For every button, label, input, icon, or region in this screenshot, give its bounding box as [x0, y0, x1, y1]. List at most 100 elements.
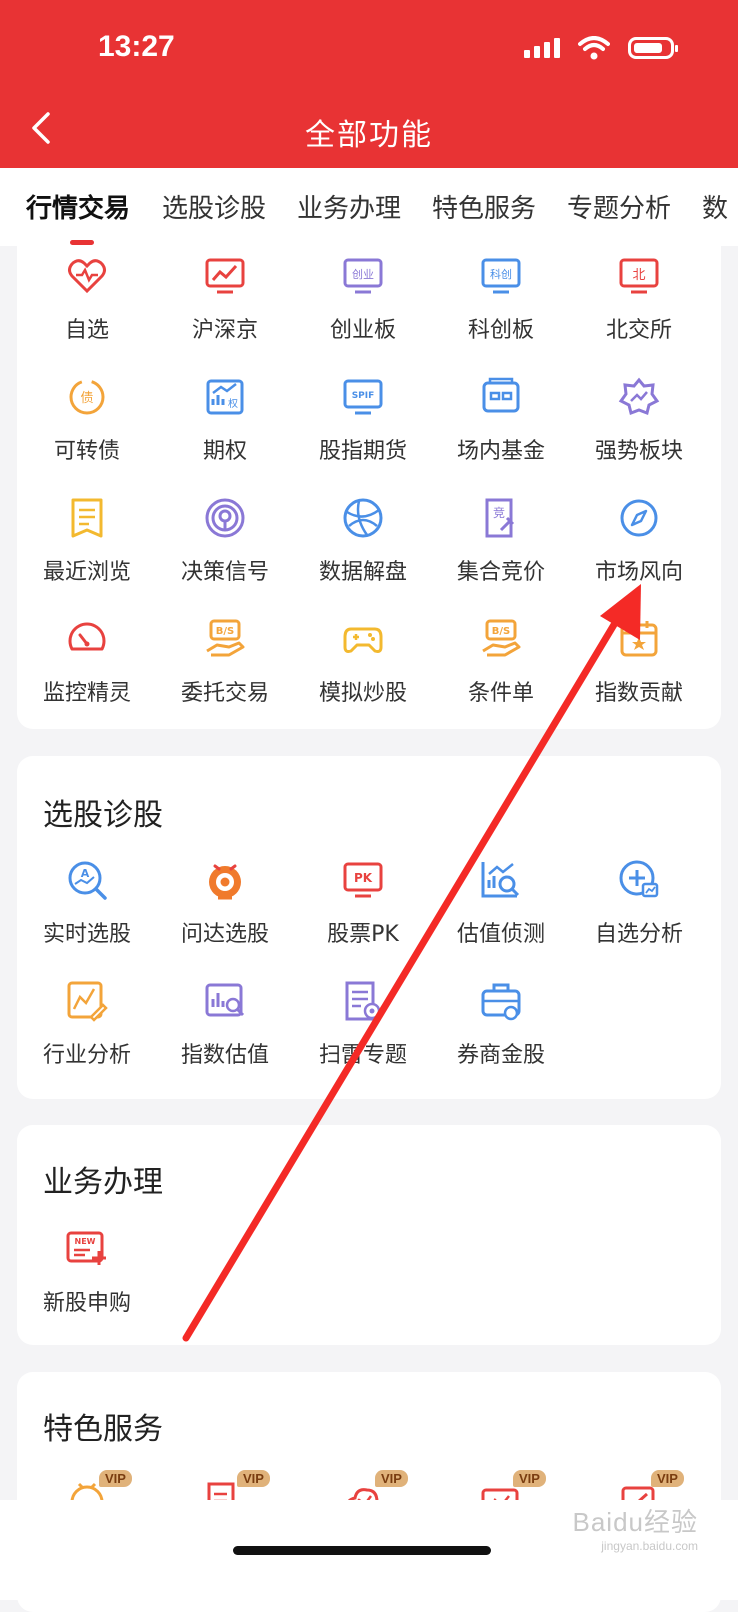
index-valuation-icon	[205, 983, 245, 1017]
vip-badge: VIP	[651, 1470, 684, 1487]
grid-item-watchlist-analysis[interactable]: 自选分析	[569, 858, 709, 968]
grid-item-call-auction[interactable]: 竞 集合竞价	[431, 496, 571, 606]
tab-data[interactable]: 数	[702, 188, 728, 225]
grid-item-label: 条件单	[467, 681, 534, 706]
grid-item-label: 强势板块	[594, 439, 683, 464]
market-trading-card: 自选 沪深京 创业 创业板 科创 科创板 北 北交所 债 可转债 权 期权 SP…	[17, 242, 721, 729]
valuation-icon	[481, 862, 520, 898]
grid-item-broker-picks[interactable]: 券商金股	[431, 979, 571, 1089]
svg-text:科创: 科创	[490, 267, 512, 281]
robot-icon	[209, 864, 241, 900]
grid-item-label: 决策信号	[180, 560, 269, 585]
stock-picking-card: 选股诊股 A 实时选股 问达选股 PK 股票PK 估值侦测 自选分析 行业分析 …	[17, 756, 721, 1099]
status-time: 13:27	[98, 30, 175, 63]
grid-item-wenda-pick[interactable]: 问达选股	[155, 858, 295, 968]
grid-item-index-contribution[interactable]: 指数贡献	[569, 617, 709, 727]
search-chart-icon: A	[68, 861, 107, 900]
grid-item-watchlist[interactable]: 自选	[17, 254, 157, 364]
auction-icon: 竞	[485, 498, 515, 538]
bond-icon: 债	[69, 379, 105, 415]
grid-item-label: 自选分析	[594, 922, 683, 947]
vip-badge: VIP	[375, 1470, 408, 1487]
active-tab-indicator	[70, 240, 94, 245]
grid-item-options[interactable]: 权 期权	[155, 375, 295, 485]
grid-item-simulated-trading[interactable]: 模拟炒股	[293, 617, 433, 727]
grid-item-monitor[interactable]: 监控精灵	[17, 617, 157, 727]
grid-item-etf[interactable]: 场内基金	[431, 375, 571, 485]
svg-text:北: 北	[632, 268, 645, 283]
svg-text:B/S: B/S	[492, 626, 510, 637]
heart-icon	[68, 259, 106, 294]
bs-hand-icon: B/S	[206, 619, 245, 657]
home-indicator	[233, 1546, 491, 1555]
grid-item-valuation-detect[interactable]: 估值侦测	[431, 858, 571, 968]
vip-badge: VIP	[99, 1470, 132, 1487]
grid-item-label: 实时选股	[42, 922, 131, 947]
category-tabs: 行情交易 选股诊股 业务办理 特色服务 专题分析 数	[0, 168, 738, 246]
fund-icon	[482, 377, 520, 413]
grid-item-industry-analysis[interactable]: 行业分析	[17, 979, 157, 1089]
grid-item-label: 指数估值	[180, 1043, 269, 1068]
grid-item-convertible-bond[interactable]: 债 可转债	[17, 375, 157, 485]
section-title: 特色服务	[43, 1412, 163, 1447]
grid-item-market-trend[interactable]: 市场风向	[569, 496, 709, 606]
grid-item-decision-signal[interactable]: 决策信号	[155, 496, 295, 606]
grid-item-stock-pk[interactable]: PK 股票PK	[293, 858, 433, 968]
grid-item-realtime-pick[interactable]: A 实时选股	[17, 858, 157, 968]
signal-icon	[205, 498, 245, 538]
grid-item-index-futures[interactable]: SPIF 股指期货	[293, 375, 433, 485]
svg-text:权: 权	[228, 397, 238, 410]
app-header: 13:27 全部功能	[0, 0, 738, 168]
watermark-brand: Baidu经验	[572, 1507, 698, 1537]
grid-item-label: 沪深京	[191, 318, 258, 343]
svg-text:创业: 创业	[352, 268, 374, 281]
tab-topic-analysis[interactable]: 专题分析	[567, 188, 671, 225]
grid-item-label: 场内基金	[456, 439, 545, 464]
grid-item-label: 股票PK	[327, 922, 399, 947]
grid-item-label: 监控精灵	[42, 681, 131, 706]
grid-item-strong-sectors[interactable]: 强势板块	[569, 375, 709, 485]
grid-item-label: 新股申购	[42, 1291, 131, 1316]
grid-item-new-ipo[interactable]: NEW 新股申购	[17, 1227, 157, 1337]
grid-item-star-market[interactable]: 科创 科创板	[431, 254, 571, 364]
grid-item-data-analysis[interactable]: 数据解盘	[293, 496, 433, 606]
tab-business[interactable]: 业务办理	[297, 188, 401, 225]
new-ipo-icon: NEW	[66, 1231, 106, 1265]
strong-sector-icon	[618, 377, 660, 415]
grid-item-label: 自选	[64, 318, 109, 343]
kechuang-icon: 科创	[481, 258, 521, 294]
grid-item-label: 券商金股	[456, 1043, 545, 1068]
bs-hand-icon: B/S	[482, 619, 521, 657]
status-icons	[524, 36, 678, 60]
grid-item-conditional-order[interactable]: B/S 条件单	[431, 617, 571, 727]
grid-item-label: 最近浏览	[42, 560, 131, 585]
compass-icon	[620, 499, 658, 537]
section-title: 业务办理	[43, 1165, 163, 1200]
grid-item-label: 扫雷专题	[318, 1043, 407, 1068]
grid-item-index-valuation[interactable]: 指数估值	[155, 979, 295, 1089]
mine-sweep-icon	[345, 981, 381, 1021]
tab-stock-picking[interactable]: 选股诊股	[162, 188, 266, 225]
cellular-signal-icon	[524, 38, 560, 58]
grid-item-shsz[interactable]: 沪深京	[155, 254, 295, 364]
pk-icon: PK	[343, 862, 383, 898]
svg-text:A: A	[81, 867, 90, 880]
grid-item-mine-sweep[interactable]: 扫雷专题	[293, 979, 433, 1089]
tab-market-trading[interactable]: 行情交易	[26, 188, 130, 225]
business-card: 业务办理 NEW 新股申购	[17, 1125, 721, 1345]
grid-item-label: 数据解盘	[318, 560, 407, 585]
tab-special-services[interactable]: 特色服务	[432, 188, 536, 225]
grid-item-label: 北交所	[605, 318, 672, 343]
svg-text:B/S: B/S	[216, 626, 234, 637]
briefcase-icon	[481, 983, 521, 1021]
grid-item-label: 期权	[202, 439, 247, 464]
grid-item-order-trading[interactable]: B/S 委托交易	[155, 617, 295, 727]
svg-text:竞: 竞	[493, 506, 505, 520]
grid-item-recent[interactable]: 最近浏览	[17, 496, 157, 606]
grid-item-chinext[interactable]: 创业 创业板	[293, 254, 433, 364]
grid-item-bse[interactable]: 北 北交所	[569, 254, 709, 364]
gauge-icon	[68, 622, 106, 651]
grid-item-label: 市场风向	[594, 560, 683, 585]
grid-item-label: 委托交易	[180, 681, 269, 706]
svg-text:SPIF: SPIF	[352, 391, 375, 401]
